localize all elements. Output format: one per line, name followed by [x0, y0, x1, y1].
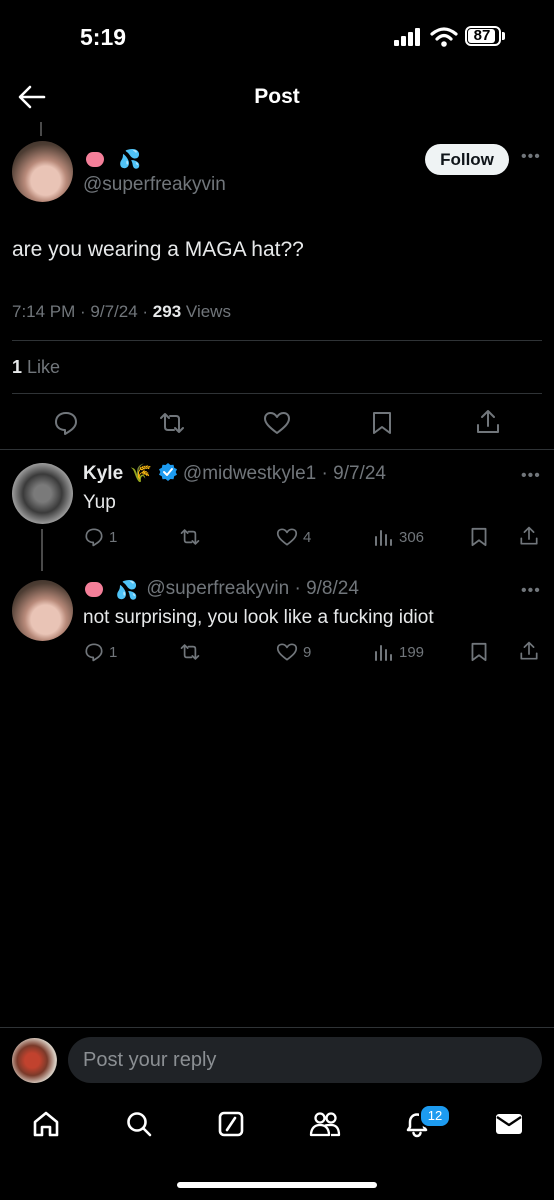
cellular-signal-icon: [394, 28, 420, 46]
share-icon[interactable]: [475, 408, 501, 436]
reply-header: Kyle 🌾 @midwestkyle1 · 9/7/24: [83, 463, 386, 484]
page-title: Post: [254, 85, 300, 108]
comment-icon[interactable]: [84, 527, 104, 547]
retweet-icon[interactable]: [178, 642, 202, 662]
home-indicator: [177, 1182, 377, 1188]
notifications-badge: 12: [419, 1104, 451, 1128]
grain-icon: 🌾: [129, 463, 153, 483]
heart-icon[interactable]: [276, 527, 298, 547]
heart-icon[interactable]: [263, 410, 291, 436]
wifi-icon: [430, 27, 458, 47]
reply-handle[interactable]: @superfreakyvin: [146, 578, 289, 599]
reply-count: 1: [109, 644, 118, 661]
battery-level: 87: [473, 27, 491, 44]
view-count: 199: [399, 644, 425, 661]
sweat-droplets-emoji-icon: 💦: [115, 579, 138, 600]
comment-icon[interactable]: [53, 410, 79, 436]
views-count: 293: [152, 302, 182, 321]
communities-icon[interactable]: [309, 1110, 341, 1138]
divider: [12, 393, 542, 394]
comment-icon[interactable]: [84, 642, 104, 662]
more-icon[interactable]: •••: [521, 148, 541, 166]
likes-summary[interactable]: 1 Like: [12, 357, 60, 378]
reply-input[interactable]: [68, 1037, 542, 1083]
heart-icon[interactable]: [276, 642, 298, 662]
bookmark-icon[interactable]: [371, 410, 393, 436]
author-handle[interactable]: @superfreakyvin: [83, 174, 226, 196]
more-icon[interactable]: •••: [521, 582, 541, 600]
views-icon[interactable]: [374, 642, 394, 662]
retweet-icon[interactable]: [178, 527, 202, 547]
likes-label: Like: [27, 357, 61, 377]
divider: [12, 340, 542, 341]
verified-badge-icon: [159, 463, 178, 481]
battery-indicator: 87: [465, 26, 505, 48]
home-icon[interactable]: [32, 1110, 60, 1138]
tongue-emoji-icon: [86, 151, 104, 167]
reply-header: 💦 @superfreakyvin · 9/8/24: [85, 578, 359, 600]
back-arrow-icon[interactable]: [14, 82, 50, 112]
views-icon[interactable]: [374, 527, 394, 547]
reply-avatar[interactable]: [12, 463, 73, 524]
post-date: 9/7/24: [90, 302, 138, 321]
display-name-emojis: 💦: [86, 150, 141, 168]
sweat-droplets-emoji-icon: 💦: [118, 149, 141, 169]
post-text: are you wearing a MAGA hat??: [12, 238, 304, 261]
status-time: 5:19: [80, 24, 127, 50]
reply-avatar[interactable]: [12, 580, 73, 641]
thread-connector: [40, 122, 42, 136]
view-count: 306: [399, 529, 425, 546]
reply-count: 1: [109, 529, 118, 546]
more-icon[interactable]: •••: [521, 467, 541, 485]
divider: [0, 449, 554, 450]
views-label[interactable]: Views: [186, 302, 231, 321]
post-time: 7:14 PM: [12, 302, 76, 321]
reply-date: 9/7/24: [333, 463, 386, 484]
reply-text: Yup: [83, 492, 116, 513]
my-avatar[interactable]: [12, 1038, 57, 1083]
compose-icon[interactable]: [217, 1110, 245, 1138]
tongue-emoji-icon: [85, 582, 103, 598]
post-meta: 7:14 PM · 9/7/24 · 293 Views: [12, 302, 231, 321]
bookmark-icon[interactable]: [470, 526, 488, 548]
reply-handle[interactable]: @midwestkyle1: [183, 463, 316, 484]
like-count: 4: [303, 529, 312, 546]
thread-connector: [41, 529, 43, 571]
reply-text: not surprising, you look like a fucking …: [83, 607, 434, 628]
bookmark-icon[interactable]: [470, 641, 488, 663]
retweet-icon[interactable]: [158, 410, 186, 436]
likes-count: 1: [12, 357, 23, 377]
reply-date: 9/8/24: [306, 578, 359, 599]
reply-author-name[interactable]: Kyle: [83, 463, 123, 484]
status-bar: 5:19 87: [0, 0, 554, 70]
share-icon[interactable]: [519, 640, 539, 662]
author-avatar[interactable]: [12, 141, 73, 202]
like-count: 9: [303, 644, 312, 661]
share-icon[interactable]: [519, 525, 539, 547]
follow-button[interactable]: Follow: [425, 144, 509, 175]
search-icon[interactable]: [125, 1110, 153, 1138]
mail-icon[interactable]: [495, 1112, 523, 1136]
